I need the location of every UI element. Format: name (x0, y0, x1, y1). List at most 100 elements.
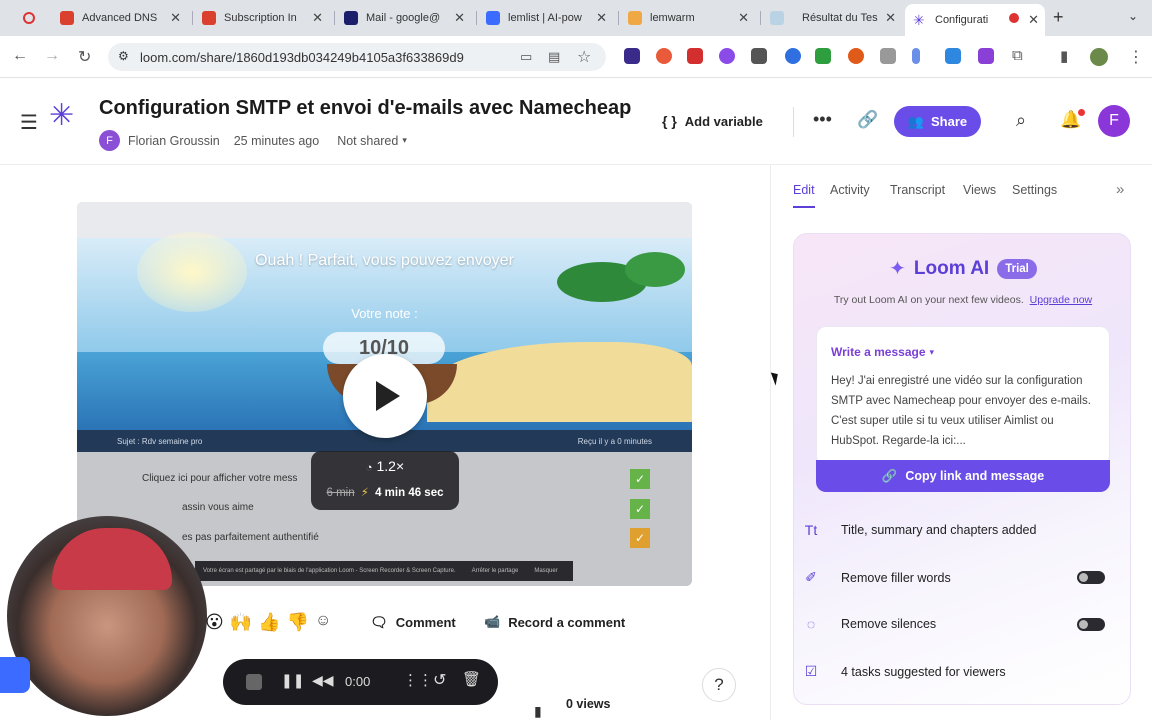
forward-icon[interactable]: → (44, 47, 60, 65)
record-comment-button[interactable]: 📹 Record a comment (484, 614, 625, 630)
drawing-icon[interactable]: ⋮⋮ (403, 671, 433, 689)
extension-icon[interactable] (815, 48, 831, 64)
close-icon[interactable]: ✕ (738, 10, 749, 26)
profile-avatar[interactable] (1090, 48, 1108, 66)
share-button[interactable]: 👥 Share (894, 106, 981, 137)
extension-icon[interactable] (848, 48, 864, 64)
comment-button[interactable]: 🗨 Comment (370, 614, 456, 631)
author-name[interactable]: Florian Groussin (128, 134, 220, 148)
tab-views[interactable]: Views (963, 183, 996, 197)
page-title[interactable]: Configuration SMTP et envoi d'e-mails av… (99, 97, 631, 120)
extension-icon[interactable] (656, 48, 672, 64)
tab-settings[interactable]: Settings (1012, 183, 1057, 197)
close-icon[interactable]: ✕ (885, 10, 896, 26)
search-icon[interactable]: ⌕ (1016, 110, 1026, 131)
rewind-icon[interactable]: ◀◀ (312, 672, 334, 689)
clipboard-icon[interactable]: ▤ (548, 49, 560, 65)
user-avatar[interactable]: F (1098, 105, 1130, 137)
raised-hands-emoji-icon[interactable]: 🙌 (230, 612, 252, 633)
hamburger-menu-icon[interactable]: ☰ (20, 110, 38, 135)
sidebar-icon[interactable]: ▮ (1060, 47, 1068, 65)
new-tab-icon[interactable]: + (1053, 7, 1064, 28)
surprised-emoji-icon[interactable]: 😮 (205, 612, 224, 633)
cast-icon[interactable]: ▭ (520, 49, 532, 65)
stop-icon[interactable] (246, 674, 262, 690)
extension-icon[interactable] (687, 48, 703, 64)
add-reaction-icon[interactable]: ☺ (315, 612, 331, 633)
link-icon: 🔗 (881, 468, 898, 483)
video-browser-chrome (77, 202, 692, 238)
thumbs-down-emoji-icon[interactable]: 👎 (287, 612, 309, 633)
write-message-dropdown[interactable]: Write a message ▾ (831, 345, 934, 359)
loom-logo-icon[interactable]: ✳ (49, 101, 74, 131)
extension-icon[interactable] (880, 48, 896, 64)
browser-tab-active[interactable]: ✳ Configurati ✕ (905, 4, 1045, 36)
help-button[interactable]: ? (702, 668, 736, 702)
close-icon[interactable]: ✕ (454, 10, 465, 26)
video-player[interactable]: Ouah ! Parfait, vous pouvez envoyer Votr… (77, 202, 692, 586)
play-button[interactable] (343, 354, 427, 438)
silence-icon: ◌ (806, 616, 816, 632)
share-label: Share (931, 114, 968, 129)
tab-edit[interactable]: Edit (793, 183, 815, 197)
write-message-label: Write a message (831, 345, 926, 359)
lightning-icon: ⚡ (360, 487, 369, 499)
more-options-icon[interactable]: ••• (813, 109, 832, 130)
views-count[interactable]: 0 views (566, 697, 610, 711)
share-status-dropdown[interactable]: Not shared ▾ (337, 134, 407, 148)
add-variable-button[interactable]: { } Add variable (662, 113, 763, 129)
back-icon[interactable]: ← (12, 47, 28, 65)
webcam-bubble[interactable] (7, 516, 207, 716)
extension-icon[interactable] (912, 48, 920, 64)
extension-icon[interactable] (719, 48, 735, 64)
playback-speed-badge[interactable]: ◔ 1.2× 6 min ⚡ 4 min 46 sec (311, 451, 459, 510)
tab-activity[interactable]: Activity (830, 183, 870, 197)
extension-icon[interactable] (978, 48, 994, 64)
reload-icon[interactable]: ↻ (78, 47, 91, 67)
message-text[interactable]: Hey! J'ai enregistré une vidéo sur la co… (831, 371, 1101, 451)
author-avatar[interactable]: F (99, 130, 120, 151)
browser-tab[interactable]: lemwarm ✕ (620, 4, 755, 32)
comment-icon: 🗨 (370, 614, 388, 630)
close-icon[interactable]: ✕ (1028, 12, 1039, 28)
remove-silences-toggle[interactable] (1077, 618, 1105, 631)
video-received: Reçu il y a 0 minutes (577, 436, 652, 446)
bookmark-star-icon[interactable]: ☆ (577, 47, 591, 67)
extension-icon[interactable] (624, 48, 640, 64)
tab-transcript[interactable]: Transcript (890, 183, 945, 197)
feature-tasks: ☑ 4 tasks suggested for viewers (801, 663, 1006, 680)
browser-tab[interactable]: Mail - google@ ✕ (336, 4, 471, 32)
menu-dots-icon[interactable]: ⋮ (1128, 47, 1144, 67)
extension-icon[interactable] (785, 48, 801, 64)
trash-icon[interactable]: 🗑 (462, 670, 481, 688)
browser-tab[interactable]: Résultat du Tes ✕ (762, 4, 902, 32)
loom-ai-title: Loom AI (913, 257, 990, 279)
close-icon[interactable]: ✕ (312, 10, 323, 26)
link-icon[interactable]: 🔗 (857, 110, 878, 130)
namecheap-favicon-icon (202, 11, 216, 25)
collapse-panel-icon[interactable]: » (1116, 181, 1124, 198)
pause-icon[interactable]: ❚❚ (281, 672, 304, 689)
tab-search-icon[interactable]: ⌄ (1128, 9, 1138, 23)
upgrade-link[interactable]: Upgrade now (1030, 294, 1092, 306)
close-icon[interactable]: ✕ (170, 10, 181, 26)
remove-filler-toggle[interactable] (1077, 571, 1105, 584)
browser-tab[interactable]: Advanced DNS ✕ (52, 4, 187, 32)
feature-remove-filler: ✐ Remove filler words (801, 569, 951, 586)
extension-icon[interactable] (751, 48, 767, 64)
url-text: loom.com/share/1860d193db034249b4105a3f6… (140, 49, 464, 65)
capture-widget[interactable] (0, 657, 30, 693)
thumbs-up-emoji-icon[interactable]: 👍 (258, 612, 280, 633)
extensions-puzzle-icon[interactable]: ⧉ (1012, 47, 1023, 64)
site-info-icon[interactable]: ⚙ (118, 49, 129, 63)
loom-ai-promo: Try out Loom AI on your next few videos.… (833, 294, 1093, 306)
chevron-down-icon: ▾ (929, 346, 935, 357)
browser-tab[interactable]: Subscription In ✕ (194, 4, 329, 32)
record-indicator-icon[interactable] (23, 12, 35, 24)
browser-tab[interactable]: lemlist | AI-pow ✕ (478, 4, 613, 32)
timestamp: 25 minutes ago (233, 133, 320, 148)
extension-icon[interactable] (945, 48, 961, 64)
copy-link-button[interactable]: 🔗 Copy link and message (816, 460, 1110, 492)
close-icon[interactable]: ✕ (596, 10, 607, 26)
restart-icon[interactable]: ↺ (433, 670, 446, 690)
